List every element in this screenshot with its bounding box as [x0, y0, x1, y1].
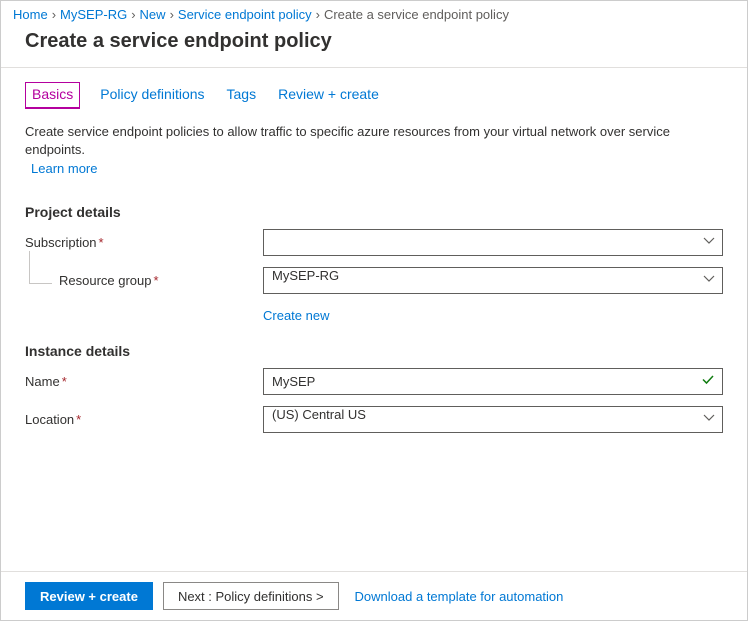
chevron-right-icon: ›: [131, 7, 135, 22]
download-template-link[interactable]: Download a template for automation: [355, 589, 564, 604]
name-label: Name*: [25, 374, 263, 389]
name-input[interactable]: [263, 368, 723, 395]
location-select[interactable]: (US) Central US: [263, 406, 723, 433]
tab-basics[interactable]: Basics: [25, 82, 80, 109]
instance-details-header: Instance details: [25, 343, 723, 359]
review-create-button[interactable]: Review + create: [25, 582, 153, 610]
next-button[interactable]: Next : Policy definitions >: [163, 582, 339, 610]
project-details-header: Project details: [25, 204, 723, 220]
page-title: Create a service endpoint policy: [1, 26, 747, 67]
tab-policy-definitions[interactable]: Policy definitions: [98, 82, 206, 109]
breadcrumb-home[interactable]: Home: [13, 7, 48, 22]
breadcrumb-new[interactable]: New: [140, 7, 166, 22]
chevron-right-icon: ›: [170, 7, 174, 22]
tab-tags[interactable]: Tags: [225, 82, 259, 109]
chevron-right-icon: ›: [52, 7, 56, 22]
breadcrumb-sep[interactable]: Service endpoint policy: [178, 7, 312, 22]
breadcrumb-rg[interactable]: MySEP-RG: [60, 7, 127, 22]
description-text: Create service endpoint policies to allo…: [25, 123, 723, 159]
breadcrumb-current: Create a service endpoint policy: [324, 7, 509, 22]
breadcrumb: Home › MySEP-RG › New › Service endpoint…: [1, 1, 747, 26]
subscription-select[interactable]: [263, 229, 723, 256]
resource-group-select[interactable]: MySEP-RG: [263, 267, 723, 294]
checkmark-icon: [701, 373, 715, 390]
location-label: Location*: [25, 412, 263, 427]
subscription-label: Subscription*: [25, 235, 263, 250]
tabs: Basics Policy definitions Tags Review + …: [25, 82, 723, 109]
footer: Review + create Next : Policy definition…: [1, 571, 747, 620]
resource-group-label: Resource group*: [25, 273, 263, 288]
tab-review-create[interactable]: Review + create: [276, 82, 381, 109]
create-new-link[interactable]: Create new: [263, 308, 329, 323]
learn-more-link[interactable]: Learn more: [31, 161, 97, 176]
chevron-right-icon: ›: [316, 7, 320, 22]
